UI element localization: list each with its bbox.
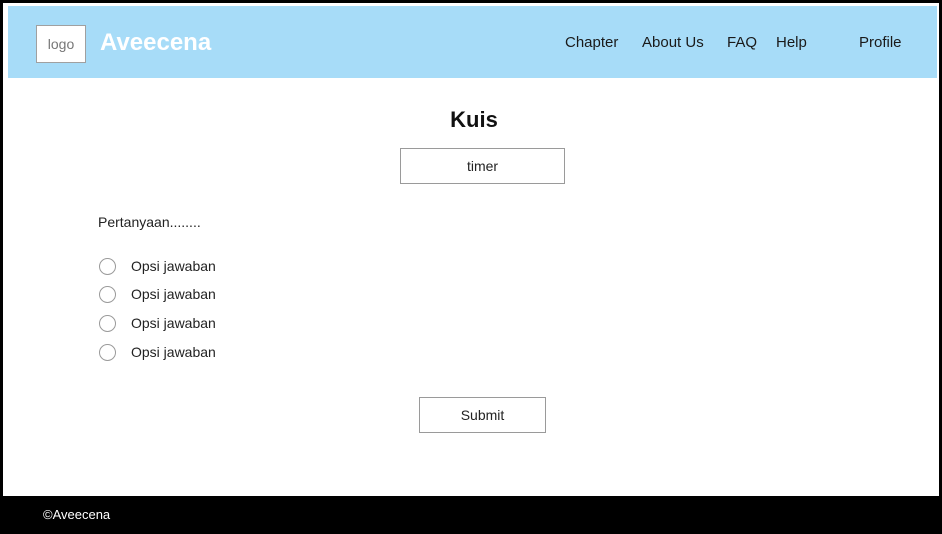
answer-option-1[interactable]: Opsi jawaban: [99, 256, 216, 276]
answer-option-label: Opsi jawaban: [131, 315, 216, 331]
submit-button[interactable]: Submit: [419, 397, 546, 433]
radio-button[interactable]: [99, 285, 116, 303]
page-title: Kuis: [450, 107, 498, 132]
answer-option-2[interactable]: Opsi jawaban: [99, 284, 216, 304]
nav-help[interactable]: Help: [776, 34, 807, 51]
timer-box: timer: [400, 148, 565, 184]
header-bar: logo Aveecena Chapter About Us FAQ Help …: [8, 6, 937, 78]
nav-about-us[interactable]: About Us: [642, 34, 704, 51]
timer-label: timer: [466, 158, 499, 174]
brand-name[interactable]: Aveecena: [100, 28, 211, 58]
radio-button[interactable]: [99, 314, 116, 332]
radio-button[interactable]: [99, 343, 116, 361]
nav-faq[interactable]: FAQ: [727, 34, 757, 51]
submit-button-label: Submit: [460, 407, 505, 423]
logo[interactable]: logo: [36, 25, 86, 63]
answer-option-3[interactable]: Opsi jawaban: [99, 313, 216, 333]
nav-profile[interactable]: Profile: [859, 34, 902, 51]
answer-option-label: Opsi jawaban: [131, 286, 216, 302]
logo-label: logo: [47, 36, 75, 52]
copyright-text: ©Aveecena: [43, 507, 111, 522]
answer-option-label: Opsi jawaban: [131, 344, 216, 360]
radio-button[interactable]: [99, 257, 116, 275]
question-text: Pertanyaan........: [98, 214, 201, 230]
footer-bar: ©Aveecena: [3, 496, 939, 534]
app-frame: logo Aveecena Chapter About Us FAQ Help …: [0, 0, 942, 534]
answer-option-4[interactable]: Opsi jawaban: [99, 342, 216, 362]
nav-chapter[interactable]: Chapter: [565, 34, 618, 51]
answer-option-label: Opsi jawaban: [131, 258, 216, 274]
